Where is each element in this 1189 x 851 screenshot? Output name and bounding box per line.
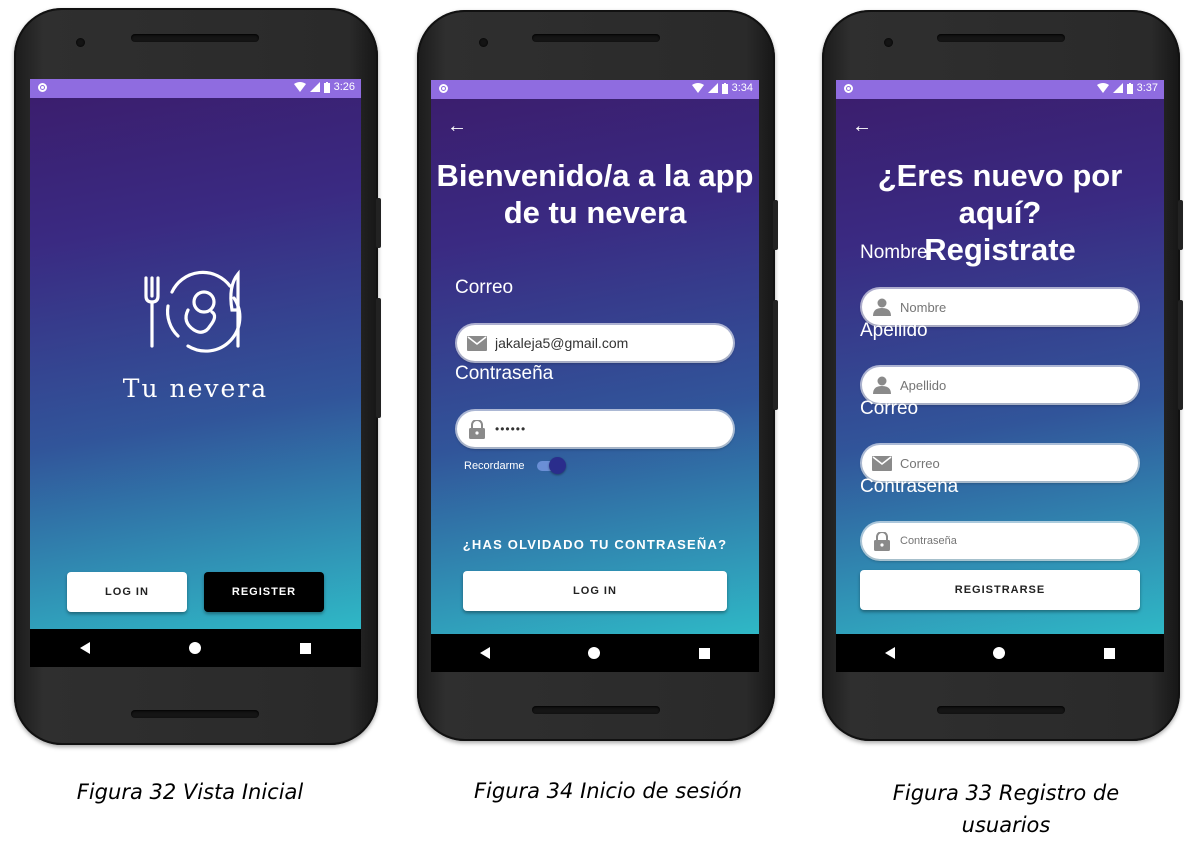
email-label: Correo (455, 277, 514, 298)
nav-recent-icon[interactable] (698, 647, 710, 659)
phone-3: 3:37 ← ¿Eres nuevo por aquí? Registrate … (822, 10, 1183, 741)
surname-label: Apellido (860, 320, 928, 341)
email-input[interactable] (900, 455, 1138, 471)
plate-fork-knife-icon (144, 269, 242, 353)
bottom-speaker (131, 710, 259, 718)
top-speaker (532, 34, 660, 42)
screen: 3:34 ← Bienvenido/a a la app de tu never… (431, 80, 759, 672)
caption-figure-34: Figura 34 Inicio de sesión (473, 779, 743, 803)
volume-button (376, 298, 381, 418)
password-field[interactable] (457, 411, 733, 447)
email-input[interactable] (495, 335, 733, 351)
nav-home-icon[interactable] (993, 647, 1006, 659)
wifi-icon (1096, 83, 1109, 93)
envelope-icon (467, 333, 487, 353)
volume-button (773, 300, 778, 410)
lock-icon (467, 419, 487, 439)
title-line-1: Bienvenido/a a la app (436, 158, 754, 193)
login-button[interactable]: LOG IN (463, 571, 727, 611)
nav-back-icon[interactable] (480, 647, 491, 659)
signal-icon (1112, 83, 1123, 93)
front-camera (884, 38, 893, 47)
password-field[interactable] (862, 523, 1138, 559)
person-icon (872, 375, 892, 395)
remember-toggle[interactable] (537, 457, 566, 474)
title-line-2: de tu nevera (503, 195, 687, 230)
surname-input[interactable] (900, 377, 1138, 393)
remember-label: Recordarme (464, 460, 525, 472)
power-button (773, 200, 778, 250)
status-time: 3:37 (1136, 82, 1158, 94)
power-button (376, 198, 381, 248)
lock-icon (872, 531, 892, 551)
password-input[interactable] (495, 422, 733, 436)
nav-back-icon[interactable] (79, 642, 90, 654)
app-content: ← Bienvenido/a a la app de tu nevera Cor… (431, 99, 759, 634)
password-label: Contraseña (860, 476, 959, 497)
toggle-thumb (549, 457, 566, 474)
person-icon (872, 297, 892, 317)
nav-recent-icon[interactable] (1103, 647, 1115, 659)
battery-icon (1126, 82, 1133, 94)
password-label: Contraseña (455, 363, 554, 384)
envelope-icon (872, 453, 892, 473)
bottom-speaker (937, 706, 1065, 714)
battery-icon (323, 81, 330, 93)
register-button[interactable]: REGISTER (204, 572, 324, 612)
volume-button (1178, 300, 1183, 410)
app-name: Tu nevera (122, 374, 269, 403)
front-camera (479, 38, 488, 47)
bottom-speaker (532, 706, 660, 714)
power-button (1178, 200, 1183, 250)
status-bar: 3:37 (836, 80, 1164, 99)
caption-line-2: usuarios (961, 813, 1051, 837)
caption-figure-32: Figura 32 Vista Inicial (76, 780, 304, 804)
notification-icon (439, 84, 448, 93)
nav-home-icon[interactable] (588, 647, 601, 659)
nav-bar (431, 634, 759, 672)
nav-home-icon[interactable] (188, 642, 201, 654)
title-line-1: ¿Eres nuevo por aquí? (877, 158, 1123, 230)
forgot-password-link[interactable]: ¿HAS OLVIDADO TU CONTRASEÑA? (431, 537, 759, 552)
wifi-icon (293, 82, 306, 92)
app-content: ← ¿Eres nuevo por aquí? Registrate Nombr… (836, 99, 1164, 634)
app-content: Tu nevera LOG IN REGISTER (30, 98, 361, 629)
signal-icon (309, 82, 320, 92)
battery-icon (721, 82, 728, 94)
phone-2: 3:34 ← Bienvenido/a a la app de tu never… (417, 10, 778, 741)
name-input[interactable] (900, 299, 1138, 315)
page-title: Bienvenido/a a la app de tu nevera (431, 157, 759, 231)
wifi-icon (691, 83, 704, 93)
top-speaker (937, 34, 1065, 42)
notification-icon (38, 83, 47, 92)
name-label: Nombre (860, 242, 928, 263)
email-label: Correo (860, 398, 919, 419)
status-time: 3:34 (731, 82, 753, 94)
nav-bar (30, 629, 361, 667)
nav-bar (836, 634, 1164, 672)
status-bar: 3:26 (30, 79, 361, 98)
front-camera (76, 38, 85, 47)
caption-figure-33: Figura 33 Registro de usuarios (860, 777, 1152, 841)
nav-recent-icon[interactable] (300, 642, 312, 654)
caption-line-1: Figura 33 Registro de (892, 781, 1120, 805)
password-input[interactable] (900, 535, 1138, 547)
back-arrow-icon[interactable]: ← (447, 116, 467, 136)
signal-icon (707, 83, 718, 93)
status-time: 3:26 (333, 81, 355, 93)
register-button[interactable]: REGISTRARSE (860, 570, 1140, 610)
nav-back-icon[interactable] (885, 647, 896, 659)
screen: 3:37 ← ¿Eres nuevo por aquí? Registrate … (836, 80, 1164, 672)
notification-icon (844, 84, 853, 93)
top-speaker (131, 34, 259, 42)
login-button[interactable]: LOG IN (67, 572, 187, 612)
email-field[interactable] (457, 325, 733, 361)
screen: 3:26 Tu nevera LOG IN REGISTER (30, 79, 361, 667)
status-bar: 3:34 (431, 80, 759, 99)
back-arrow-icon[interactable]: ← (852, 116, 872, 136)
phone-1: 3:26 Tu nevera LOG IN REGISTER (14, 8, 381, 745)
